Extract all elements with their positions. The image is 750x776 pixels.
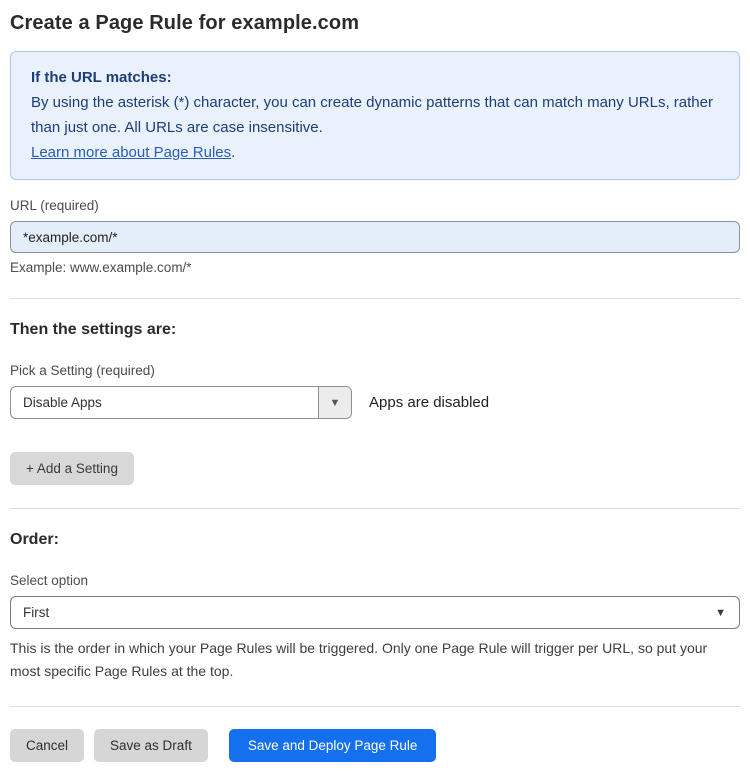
order-helper-text: This is the order in which your Page Rul… (10, 640, 708, 679)
pick-setting-label: Pick a Setting (required) (10, 363, 155, 378)
add-setting-button[interactable]: + Add a Setting (10, 452, 134, 485)
select-option-label: Select option (10, 573, 89, 588)
cancel-button[interactable]: Cancel (10, 729, 85, 762)
dropdown-arrow-icon: ▼ (715, 606, 726, 619)
setting-dropdown-value: Disable Apps (23, 395, 102, 410)
save-as-draft-button[interactable]: Save as Draft (94, 729, 208, 762)
divider (10, 508, 740, 509)
setting-status-text: Apps are disabled (369, 394, 490, 411)
link-suffix: . (231, 144, 236, 161)
settings-section-heading: Then the settings are: (10, 321, 177, 338)
learn-more-link[interactable]: Learn more about Page Rules (31, 144, 231, 161)
page-rule-form: Create a Page Rule for example.com If th… (0, 0, 750, 776)
order-select-value: First (23, 605, 50, 620)
setting-dropdown[interactable]: Disable Apps ▼ (10, 386, 352, 419)
setting-dropdown-arrow-button[interactable]: ▼ (318, 387, 351, 418)
footer-buttons: Cancel Save as Draft Save and Deploy Pag… (10, 729, 740, 762)
dropdown-arrow-icon: ▼ (329, 396, 341, 409)
url-match-info-box: If the URL matches: By using the asteris… (10, 51, 740, 180)
info-box-body: By using the asterisk (*) character, you… (31, 94, 713, 136)
url-field-label: URL (required) (10, 198, 99, 213)
divider (10, 298, 740, 299)
page-title: Create a Page Rule for example.com (10, 12, 360, 34)
url-example-helper: Example: www.example.com/* (10, 260, 192, 275)
info-box-link-line: Learn more about Page Rules. (31, 140, 719, 165)
divider (10, 706, 740, 707)
url-input[interactable] (10, 221, 740, 253)
save-and-deploy-button[interactable]: Save and Deploy Page Rule (228, 729, 437, 762)
order-select[interactable]: First ▼ (10, 596, 740, 629)
order-section-heading: Order: (10, 531, 59, 548)
setting-row: Disable Apps ▼ Apps are disabled (10, 386, 740, 419)
info-box-heading: If the URL matches: (31, 69, 172, 86)
